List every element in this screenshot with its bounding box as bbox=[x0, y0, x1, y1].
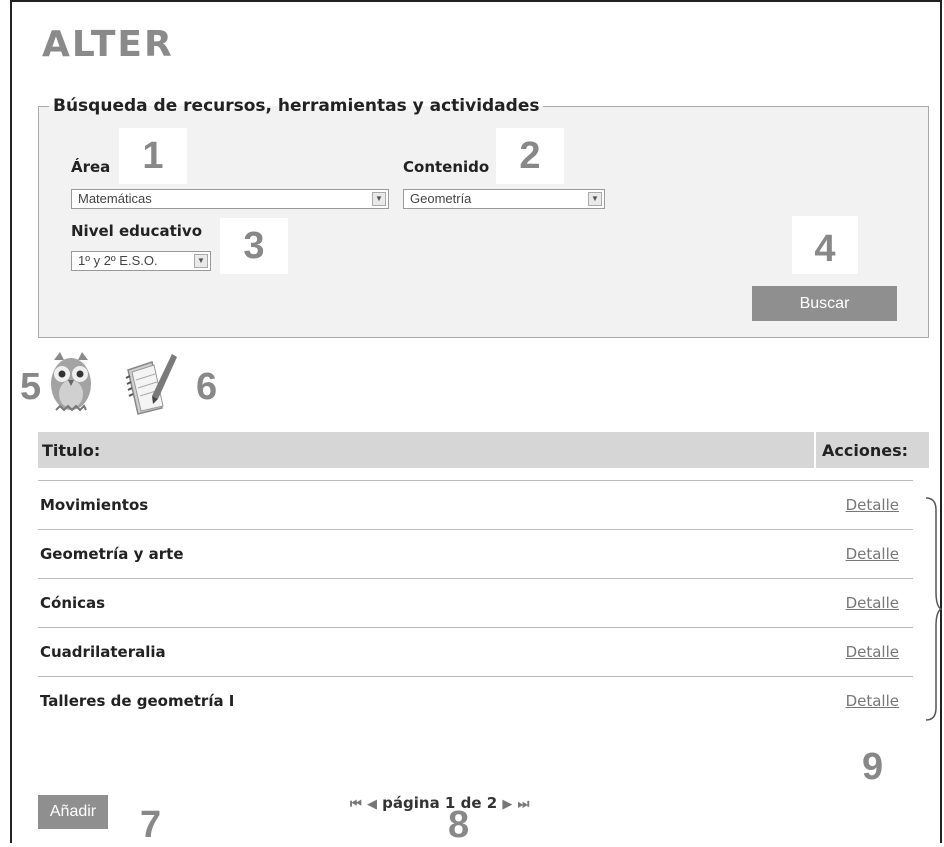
detail-link[interactable]: Detalle bbox=[846, 594, 899, 612]
page-indicator: página 1 de 2 bbox=[382, 794, 498, 812]
callout-6: 6 bbox=[196, 366, 218, 408]
area-select-value: Matemáticas bbox=[78, 191, 152, 206]
first-page-icon[interactable]: ⏮ bbox=[350, 797, 362, 812]
callout-5: 5 bbox=[20, 366, 42, 408]
detail-link[interactable]: Detalle bbox=[846, 692, 899, 710]
row-title: Geometría y arte bbox=[40, 545, 184, 563]
notebook-pencil-icon[interactable] bbox=[122, 350, 180, 420]
detail-link[interactable]: Detalle bbox=[846, 545, 899, 563]
nivel-label: Nivel educativo bbox=[71, 222, 203, 240]
chevron-down-icon: ▼ bbox=[588, 192, 602, 206]
search-legend: Búsqueda de recursos, herramientas y act… bbox=[53, 96, 540, 116]
area-select[interactable]: Matemáticas ▼ bbox=[71, 189, 389, 209]
contenido-select-value: Geometría bbox=[410, 191, 472, 206]
callout-9: 9 bbox=[862, 746, 884, 788]
detail-link[interactable]: Detalle bbox=[846, 496, 899, 514]
callout-4: 4 bbox=[792, 216, 858, 274]
callout-3: 3 bbox=[220, 218, 288, 274]
table-row: Geometría y arte Detalle bbox=[38, 529, 913, 579]
table-row: Movimientos Detalle bbox=[38, 480, 913, 530]
table-row: Talleres de geometría I Detalle bbox=[38, 676, 913, 726]
next-page-icon[interactable]: ▶ bbox=[502, 797, 512, 812]
pagination: ⏮ ◀ página 1 de 2 ▶ ⏭ bbox=[350, 794, 529, 812]
row-title: Movimientos bbox=[40, 496, 149, 514]
contenido-label: Contenido bbox=[403, 158, 490, 176]
area-label: Área bbox=[71, 158, 111, 176]
nivel-select-value: 1º y 2º E.S.O. bbox=[78, 253, 158, 268]
table-header: Titulo: Acciones: bbox=[38, 432, 929, 468]
last-page-icon[interactable]: ⏭ bbox=[518, 797, 530, 812]
chevron-down-icon: ▼ bbox=[372, 192, 386, 206]
detail-link[interactable]: Detalle bbox=[846, 643, 899, 661]
row-title: Cuadrilateralia bbox=[40, 643, 166, 661]
callout-7: 7 bbox=[140, 804, 162, 846]
header-separator bbox=[814, 432, 816, 468]
brace-icon bbox=[925, 497, 942, 721]
buscar-button[interactable]: Buscar bbox=[752, 286, 897, 321]
add-button[interactable]: Añadir bbox=[38, 795, 108, 829]
callout-8: 8 bbox=[448, 804, 470, 846]
app-title: ALTER bbox=[42, 24, 174, 65]
nivel-select[interactable]: 1º y 2º E.S.O. ▼ bbox=[71, 251, 211, 271]
table-row: Cónicas Detalle bbox=[38, 578, 913, 628]
contenido-select[interactable]: Geometría ▼ bbox=[403, 189, 605, 209]
row-title: Talleres de geometría I bbox=[40, 692, 235, 710]
column-header-actions: Acciones: bbox=[822, 441, 908, 460]
table-row: Cuadrilateralia Detalle bbox=[38, 627, 913, 677]
callout-2: 2 bbox=[496, 128, 564, 184]
prev-page-icon[interactable]: ◀ bbox=[367, 797, 377, 812]
callout-1: 1 bbox=[119, 128, 187, 184]
row-title: Cónicas bbox=[40, 594, 106, 612]
column-header-title: Titulo: bbox=[42, 441, 101, 460]
owl-icon[interactable] bbox=[46, 350, 96, 420]
chevron-down-icon: ▼ bbox=[194, 254, 208, 268]
